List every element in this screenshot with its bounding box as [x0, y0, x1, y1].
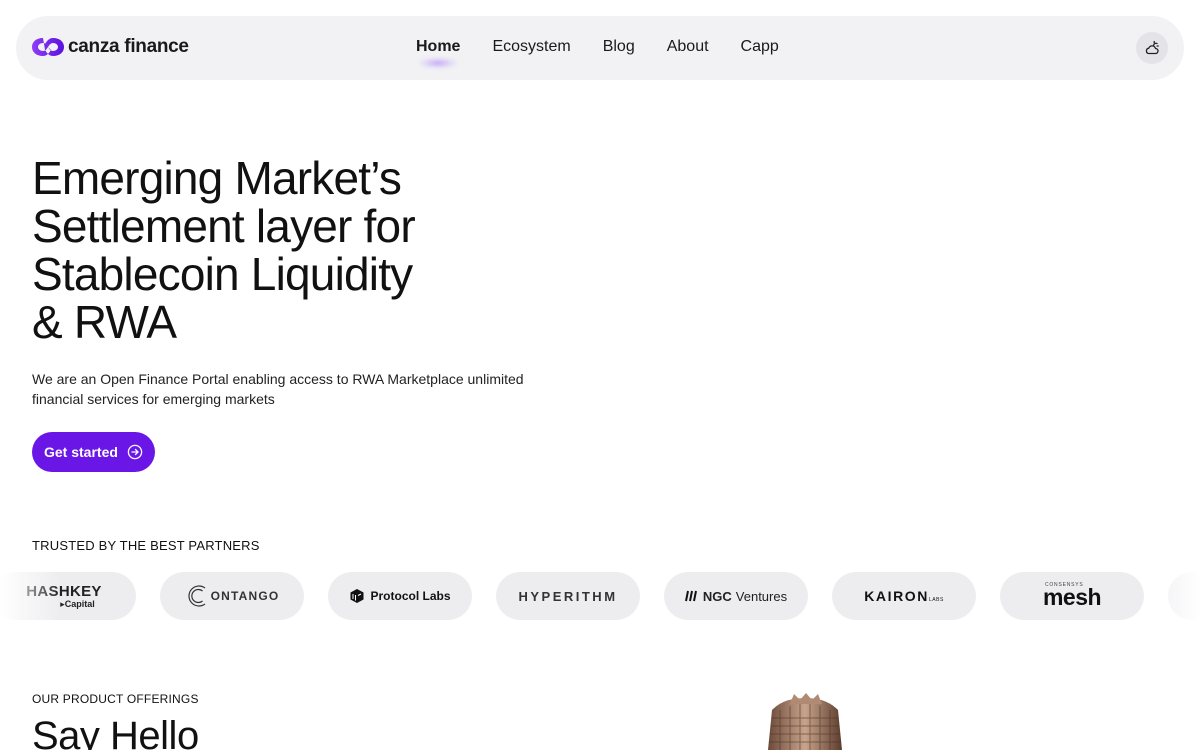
theme-toggle-button[interactable]	[1136, 32, 1168, 64]
protocol-labs-logo-text: Protocol Labs	[370, 589, 451, 603]
theme-toggle-icon	[1145, 40, 1159, 55]
offerings-heading: OUR PRODUCT OFFERINGS	[32, 692, 199, 706]
consensys-mesh-logo: CONSENSYS mesh	[1042, 583, 1102, 610]
hashkey-logo-sub: ▸Capital	[60, 598, 95, 609]
nav-link-ecosystem[interactable]: Ecosystem	[492, 38, 570, 56]
nav-link-capp[interactable]: Capp	[741, 38, 779, 56]
carousel-fade-right	[1140, 572, 1200, 620]
protocol-labs-cube-icon	[350, 589, 364, 603]
hero-subtitle: We are an Open Finance Portal enabling a…	[32, 371, 524, 407]
partner-contango[interactable]: ONTANGO	[160, 572, 304, 620]
partner-kairon-labs[interactable]: KAIRONLABS	[832, 572, 976, 620]
offerings-title: Say Hello	[32, 714, 199, 750]
get-started-label: Get started	[44, 444, 118, 460]
hero-title-line: Stablecoin Liquidity	[32, 248, 413, 300]
partner-ngc-ventures[interactable]: NGC Ventures	[664, 572, 808, 620]
product-illustration	[768, 693, 842, 750]
canza-logo[interactable]: canza finance	[32, 36, 189, 58]
nav-link-about[interactable]: About	[667, 38, 709, 56]
nav-link-home[interactable]: Home	[416, 38, 460, 56]
nav-link-blog[interactable]: Blog	[603, 38, 635, 56]
contango-c-icon	[188, 585, 205, 607]
ngc-bars-icon	[684, 590, 697, 602]
top-navbar: canza finance Home Ecosystem Blog About …	[16, 16, 1184, 80]
carousel-fade-left	[0, 572, 60, 620]
brand-name: canza finance	[68, 36, 189, 57]
hero-title-line: & RWA	[32, 296, 177, 348]
canza-logo-mark-icon	[32, 38, 64, 56]
partner-hyperithm[interactable]: HYPERITHM	[496, 572, 640, 620]
main-nav: Home Ecosystem Blog About Capp	[416, 38, 779, 56]
hero-title: Emerging Market’s Settlement layer for S…	[32, 154, 592, 346]
mesh-logo-main: mesh	[1042, 584, 1102, 610]
ngc-logo-bold: NGC	[702, 588, 732, 604]
kairon-labs-logo: KAIRONLABS	[864, 588, 944, 604]
ngc-ventures-logo: NGC Ventures	[684, 588, 788, 604]
hero-title-line: Emerging Market’s	[32, 152, 402, 204]
partners-heading: TRUSTED BY THE BEST PARTNERS	[32, 538, 260, 553]
partner-consensys-mesh[interactable]: CONSENSYS mesh	[1000, 572, 1144, 620]
kairon-logo-main: KAIRON	[864, 588, 930, 604]
hashkey-logo-sub-text: Capital	[64, 598, 95, 609]
partner-protocol-labs[interactable]: Protocol Labs	[328, 572, 472, 620]
get-started-button[interactable]: Get started	[32, 432, 155, 472]
hero-title-line: Settlement layer for	[32, 200, 416, 252]
partners-carousel: HASHKEY ▸Capital ONTANGO Protocol Labs H…	[0, 572, 1200, 620]
protocol-labs-logo: Protocol Labs	[349, 588, 451, 604]
arrow-right-circle-icon	[127, 444, 143, 460]
kairon-logo-suffix: LABS	[929, 597, 944, 603]
ngc-logo-rest: Ventures	[735, 588, 788, 604]
contango-logo-text: ONTANGO	[210, 589, 280, 603]
hyperithm-logo: HYPERITHM	[518, 588, 618, 604]
contango-logo: ONTANGO	[185, 583, 280, 609]
